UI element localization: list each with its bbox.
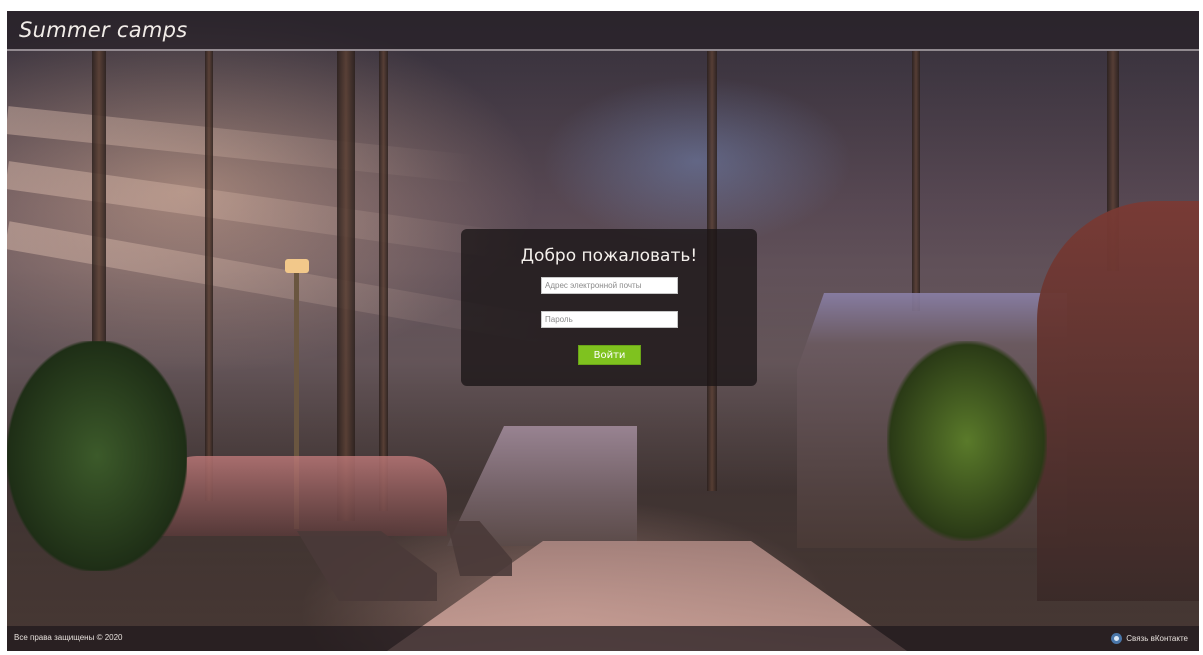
site-title: Summer camps [19,18,188,42]
lamp-head [285,259,309,273]
copyright-text: Все права защищены © 2020 [14,633,123,642]
cabin-arched [1037,201,1199,601]
site-header: Summer camps [7,11,1199,51]
site-footer: Все права защищены © 2020 Связь вКонтакт… [7,626,1199,651]
bench [297,531,437,601]
tree-trunk [379,51,388,511]
email-input[interactable] [541,277,678,294]
vk-contact-link[interactable]: Связь вКонтакте [1111,630,1188,646]
tree-trunk [337,51,355,521]
vk-contact-label: Связь вКонтакте [1126,633,1188,643]
tree-trunk [205,51,213,501]
tree-trunk [912,51,920,311]
bush [887,341,1047,541]
login-button[interactable]: Войти [578,345,641,365]
camp-background: Summer camps Добро пожаловать! Войти Все… [7,11,1199,651]
bush [7,341,187,571]
login-form: Добро пожаловать! Войти [461,229,757,386]
cabin-row [157,456,447,536]
password-input[interactable] [541,311,678,328]
login-title: Добро пожаловать! [520,246,698,266]
vk-icon [1111,632,1123,644]
